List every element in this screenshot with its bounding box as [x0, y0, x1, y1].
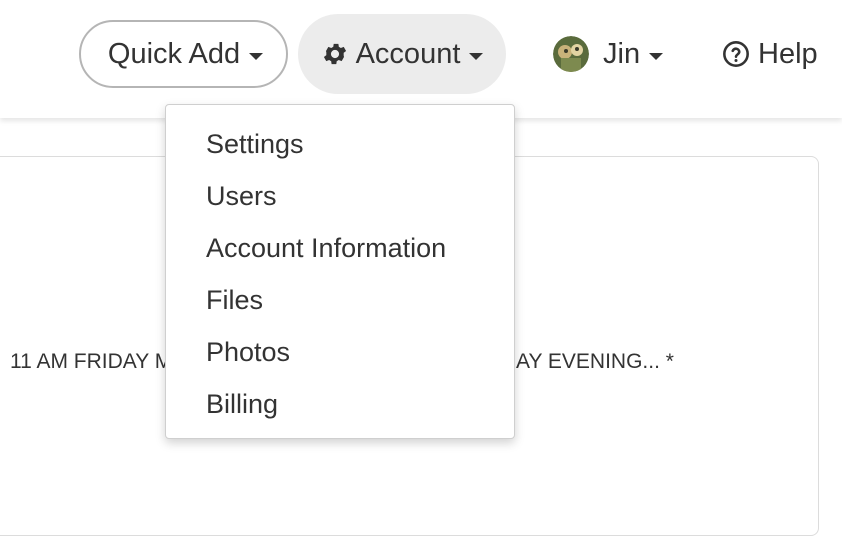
- caret-down-icon: [649, 52, 664, 60]
- caret-down-icon: [469, 52, 484, 60]
- menu-item-billing[interactable]: Billing: [166, 381, 514, 433]
- account-dropdown-menu: Settings Users Account Information Files…: [165, 104, 515, 439]
- help-label: Help: [758, 37, 818, 70]
- avatar: [553, 36, 589, 72]
- menu-item-files[interactable]: Files: [166, 277, 514, 329]
- user-menu-button[interactable]: Jin: [553, 14, 664, 94]
- gear-icon: [323, 43, 346, 65]
- menu-item-users[interactable]: Users: [166, 173, 514, 225]
- account-label: Account: [355, 37, 461, 70]
- account-menu-button[interactable]: Account: [298, 14, 506, 94]
- help-link[interactable]: Help: [722, 14, 818, 94]
- menu-item-account-information[interactable]: Account Information: [166, 225, 514, 277]
- event-text-right: AY EVENING... *: [516, 350, 674, 373]
- quick-add-label: Quick Add: [107, 37, 241, 70]
- menu-item-photos[interactable]: Photos: [166, 329, 514, 381]
- caret-down-icon: [249, 52, 264, 60]
- user-name: Jin: [603, 37, 641, 70]
- question-circle-icon: [723, 41, 749, 67]
- top-navigation-bar: Quick Add Account Jin Help: [0, 0, 842, 118]
- event-text-left: 11 AM FRIDAY M: [10, 350, 173, 373]
- menu-item-settings[interactable]: Settings: [166, 121, 514, 173]
- quick-add-button[interactable]: Quick Add: [79, 20, 288, 88]
